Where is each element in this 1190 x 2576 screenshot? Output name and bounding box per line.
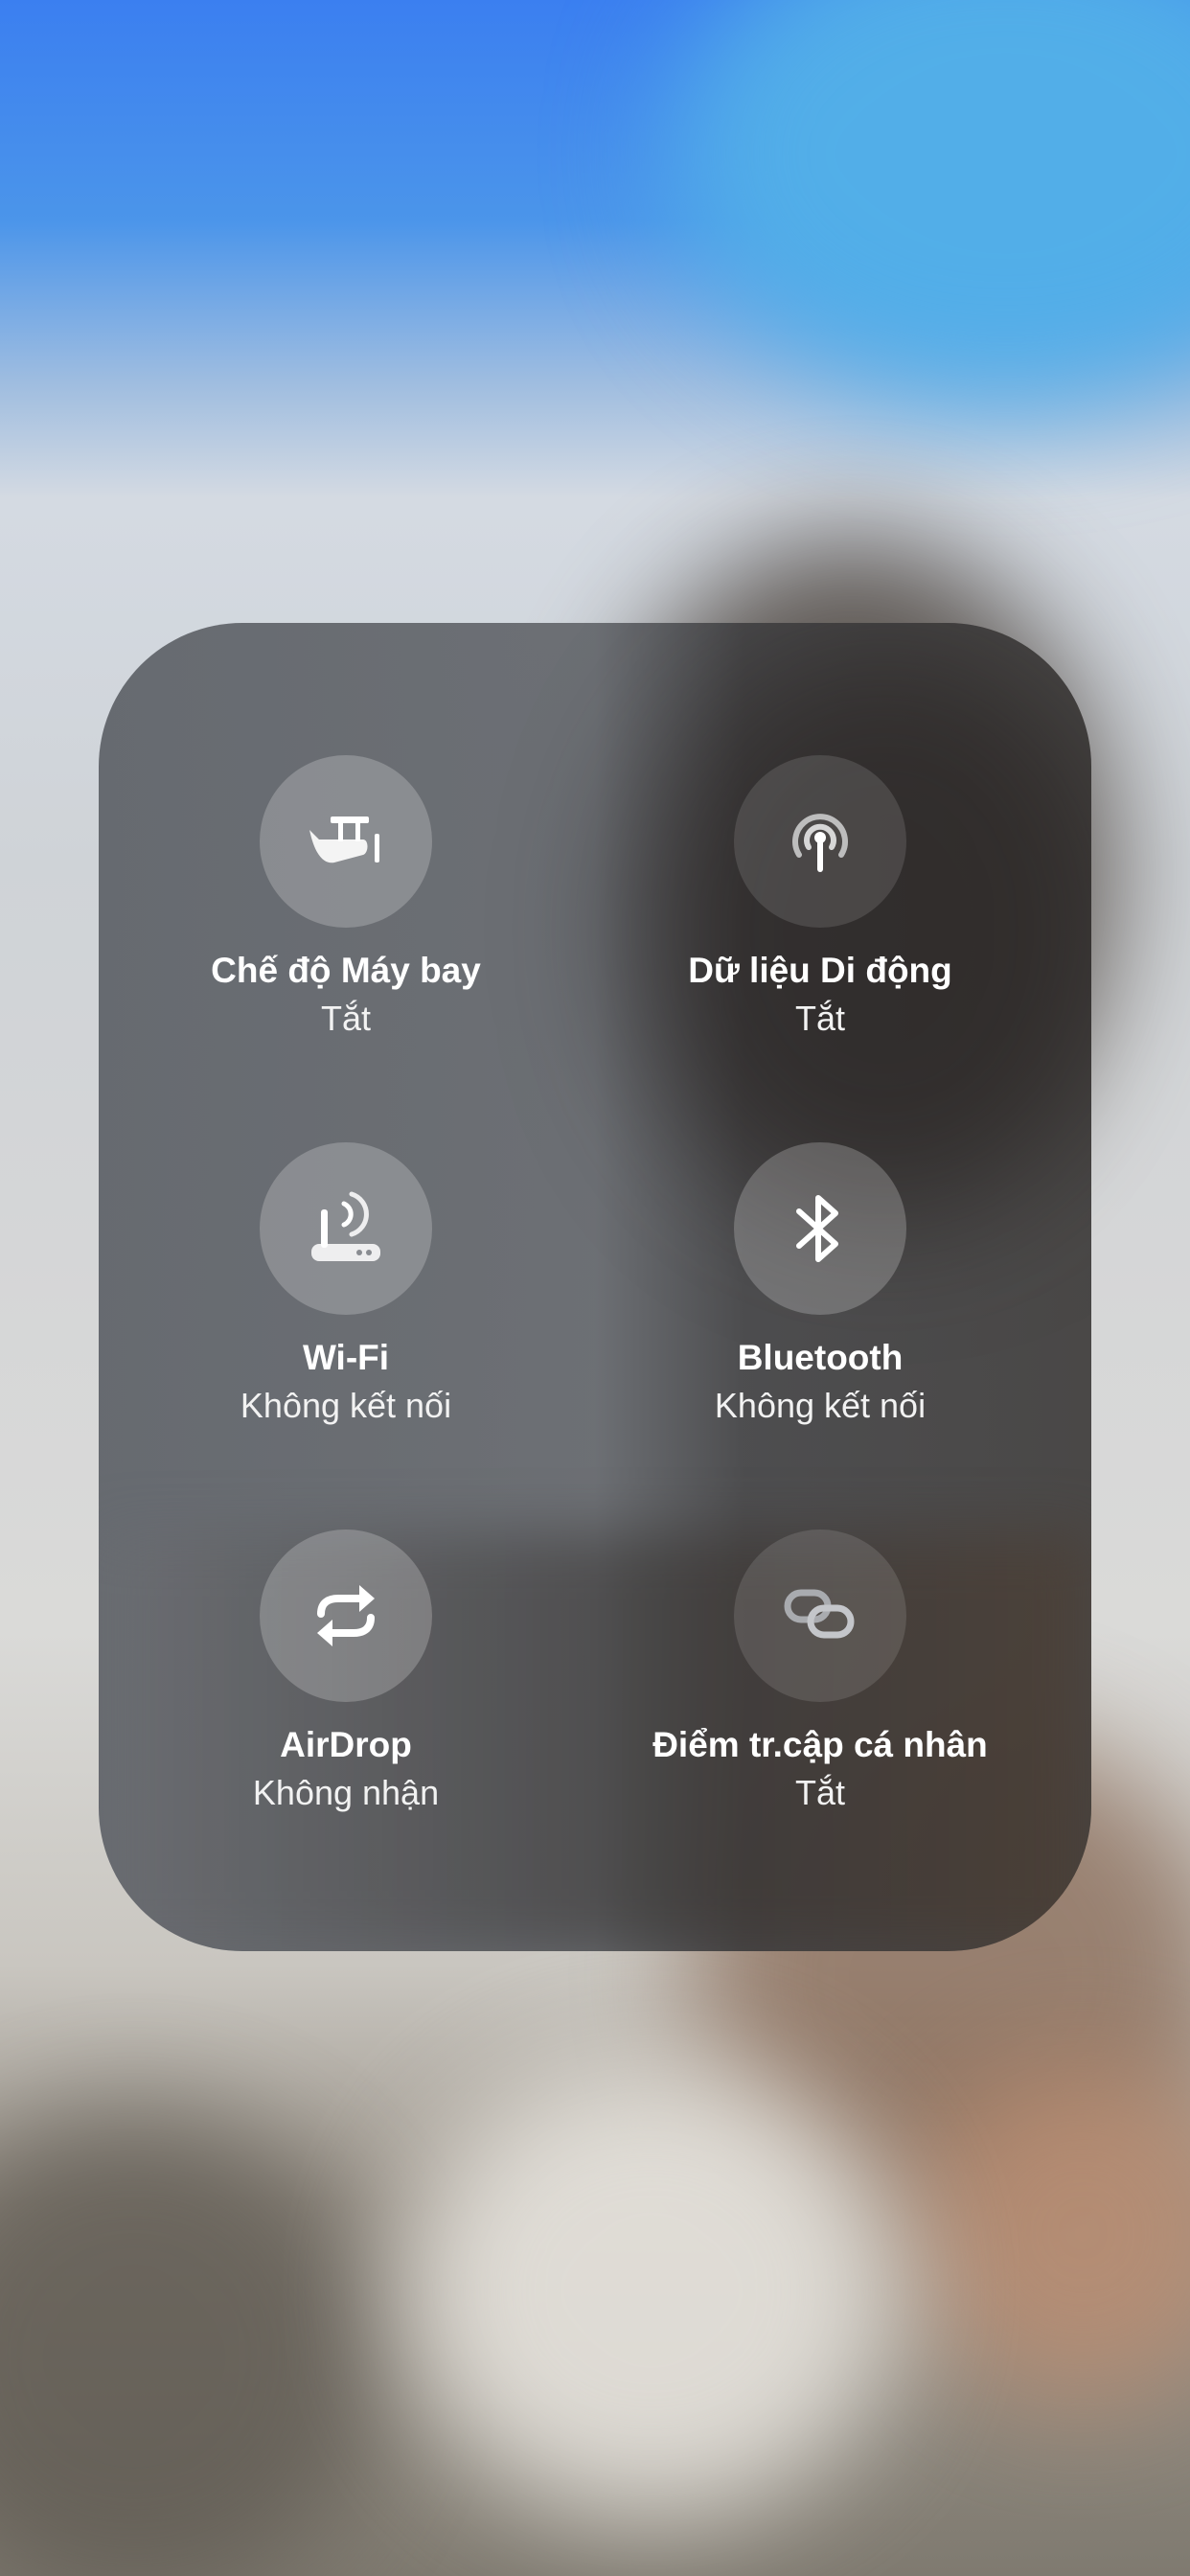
airdrop-button[interactable] bbox=[260, 1530, 432, 1702]
wifi-router-icon bbox=[311, 1191, 380, 1261]
connectivity-panel: Chế độ Máy bay Tắt Dữ liệu Di động Tắt W… bbox=[99, 623, 1091, 1951]
cellular-data-title: Dữ liệu Di động bbox=[688, 951, 952, 990]
bluetooth-title: Bluetooth bbox=[737, 1338, 904, 1377]
personal-hotspot-status: Tắt bbox=[794, 1773, 845, 1812]
airplane-mode-button[interactable] bbox=[260, 755, 432, 928]
personal-hotspot-title: Điểm tr.cập cá nhân bbox=[652, 1725, 988, 1764]
cellular-antenna-icon bbox=[792, 814, 848, 872]
wifi-button[interactable] bbox=[260, 1142, 432, 1315]
hotspot-link-icon bbox=[784, 1589, 855, 1639]
airplane-mode-title: Chế độ Máy bay bbox=[211, 951, 481, 990]
bluetooth-icon bbox=[796, 1195, 838, 1262]
airplane-mode-status: Tắt bbox=[320, 999, 371, 1038]
cellular-data-button[interactable] bbox=[734, 755, 906, 928]
airdrop-title: AirDrop bbox=[280, 1725, 412, 1764]
wallpaper-bottom-light bbox=[402, 2060, 901, 2520]
wallpaper-sky bbox=[671, 0, 1190, 402]
airdrop-icon bbox=[317, 1585, 375, 1646]
bluetooth-status: Không kết nối bbox=[714, 1386, 927, 1425]
wifi-title: Wi-Fi bbox=[302, 1338, 390, 1377]
bluetooth-button[interactable] bbox=[734, 1142, 906, 1315]
personal-hotspot-button[interactable] bbox=[734, 1530, 906, 1702]
airdrop-status: Không nhận bbox=[252, 1773, 440, 1812]
control-center-screen: Chế độ Máy bay Tắt Dữ liệu Di động Tắt W… bbox=[0, 0, 1190, 2576]
wallpaper-bottom-dark bbox=[0, 2108, 383, 2576]
wifi-status: Không kết nối bbox=[240, 1386, 452, 1425]
cellular-data-status: Tắt bbox=[794, 999, 845, 1038]
airplane-icon bbox=[309, 816, 379, 863]
